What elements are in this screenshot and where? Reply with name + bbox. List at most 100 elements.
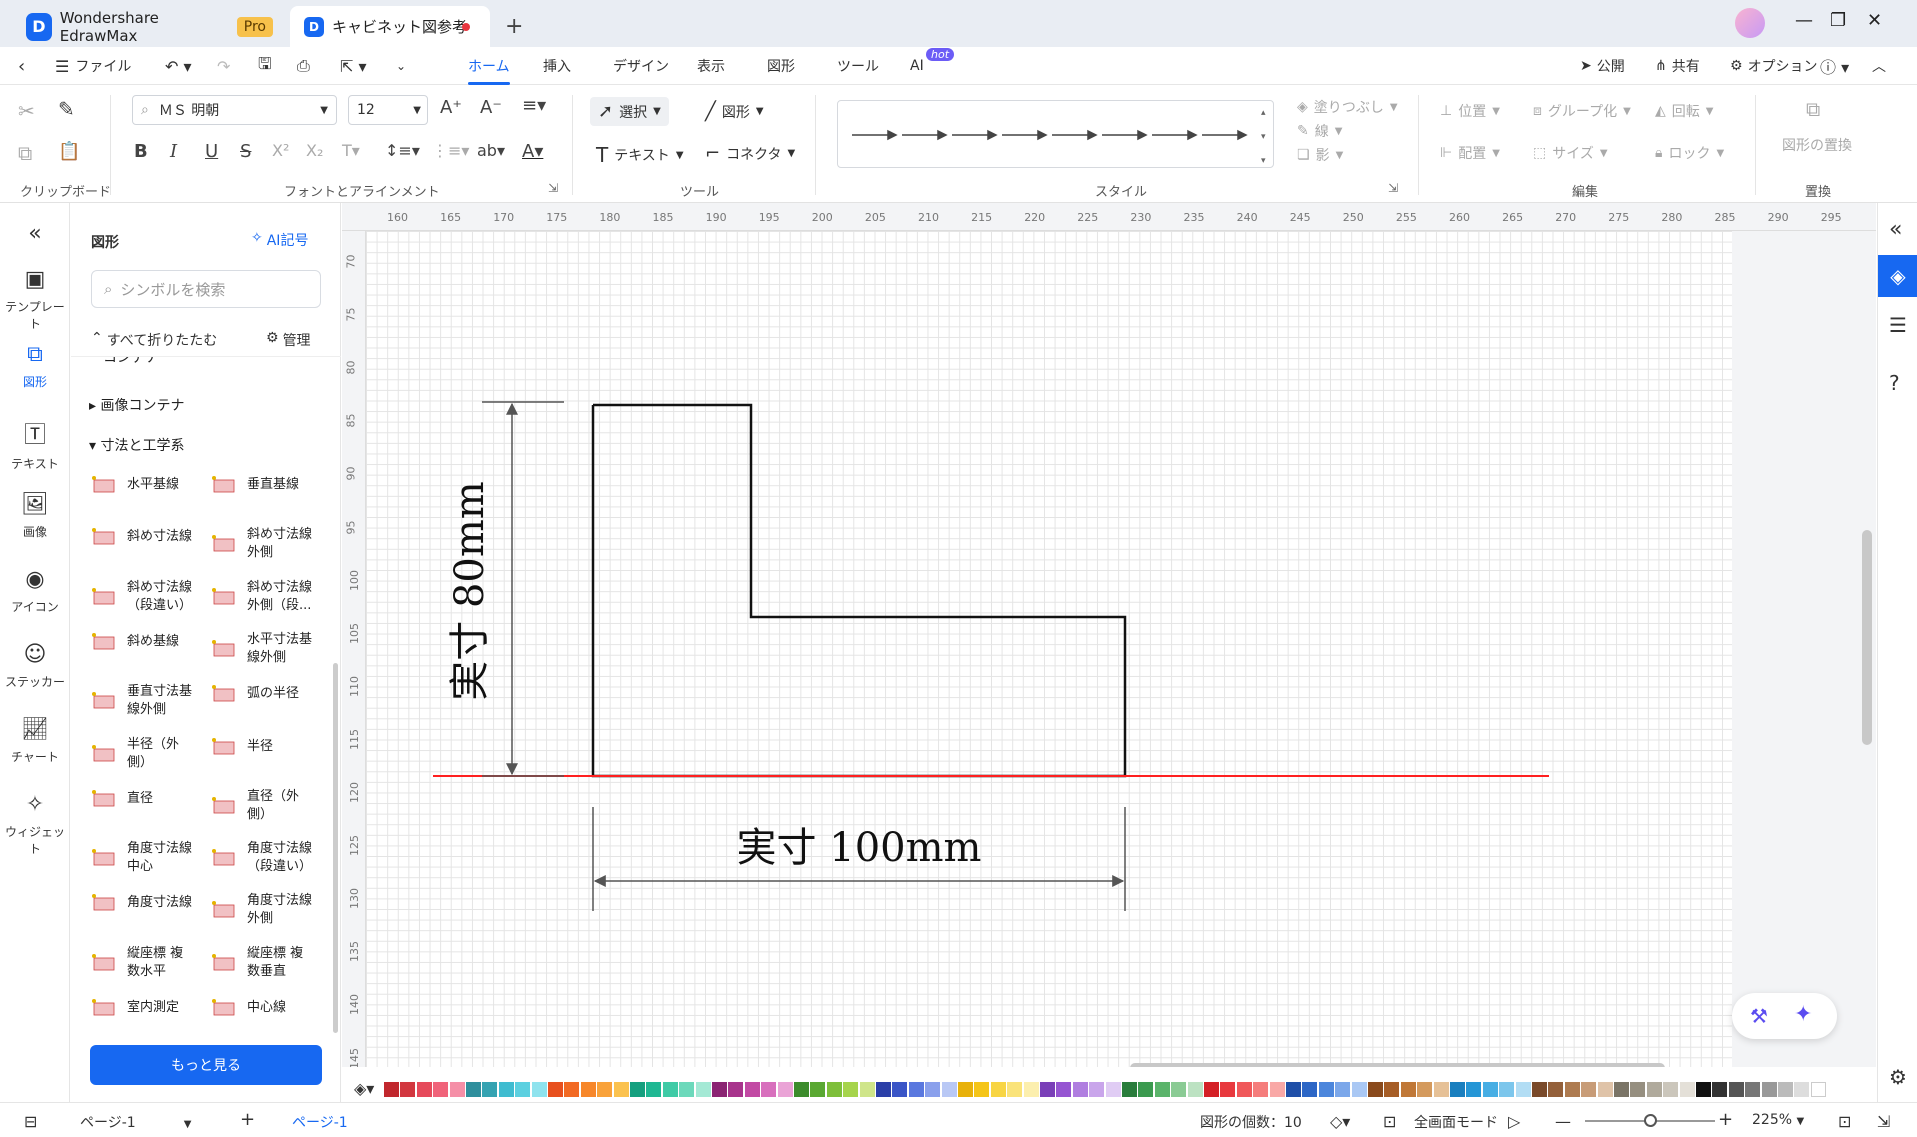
color-swatch[interactable] [1614, 1082, 1629, 1097]
minimize-icon[interactable]: — [1795, 10, 1813, 31]
group-button[interactable]: ⧈ グループ化 ▼ [1533, 101, 1631, 121]
vertical-scrollbar[interactable] [1862, 530, 1872, 745]
color-swatch[interactable] [744, 1082, 760, 1097]
app-tab[interactable]: D Wondershare EdrawMax Pro [18, 6, 273, 47]
menu-view[interactable]: 表示 [697, 47, 725, 85]
color-swatch[interactable] [1679, 1082, 1695, 1097]
shape-item[interactable]: 縦座標 複 数水平 [91, 945, 183, 981]
menu-insert[interactable]: 挿入 [543, 47, 571, 85]
zoom-out-icon[interactable]: — [1555, 1112, 1571, 1131]
connector-tool-button[interactable]: ⌐ コネクタ ▼ [705, 143, 795, 164]
expand-right-panel-icon[interactable]: « [1889, 217, 1902, 242]
color-swatch[interactable] [925, 1082, 941, 1097]
new-tab-button[interactable]: + [505, 6, 523, 47]
color-swatch[interactable] [1318, 1082, 1334, 1097]
line-spacing-icon[interactable]: ↕≡▾ [385, 141, 420, 160]
shape-item[interactable]: 中心線 [211, 997, 286, 1019]
copy-icon[interactable]: ⧉ [18, 141, 32, 165]
category-image-container[interactable]: ▸ 画像コンテナ [89, 395, 184, 415]
color-swatch[interactable] [974, 1082, 990, 1097]
color-swatch[interactable] [777, 1082, 793, 1097]
undo-icon[interactable]: ↶ ▾ [165, 47, 192, 85]
color-swatch[interactable] [679, 1082, 695, 1097]
increase-font-icon[interactable]: A⁺ [440, 97, 462, 118]
options-button[interactable]: ⚙ オプション [1730, 47, 1818, 85]
color-swatch[interactable] [1417, 1082, 1433, 1097]
color-swatch[interactable] [1761, 1082, 1777, 1097]
zoom-slider-thumb[interactable] [1644, 1114, 1657, 1127]
align-button[interactable]: ⊩ 配置 ▼ [1440, 143, 1500, 163]
decrease-font-icon[interactable]: A⁻ [480, 97, 502, 118]
color-swatch[interactable] [1663, 1082, 1679, 1097]
category-dimension[interactable]: ▾ 寸法と工学系 [89, 435, 184, 455]
expand-icon[interactable]: ⇲ [1877, 1112, 1890, 1131]
drawing-page[interactable]: 実寸 80mm 実寸 100mm [366, 231, 1732, 1067]
color-swatch[interactable] [1433, 1082, 1449, 1097]
replace-shape-button[interactable]: 図形の置換 [1782, 135, 1852, 155]
color-swatch[interactable] [1351, 1082, 1367, 1097]
color-swatch[interactable] [384, 1082, 399, 1097]
rail-templates[interactable]: ▣ テンプレート [0, 267, 70, 332]
page-tab[interactable]: ページ-1 [292, 1112, 348, 1132]
format-painter-icon[interactable]: ✎ [58, 97, 75, 121]
shape-item[interactable]: 斜め寸法線 外側 [211, 526, 312, 562]
select-tool-button[interactable]: ➚ 選択 ▼ [590, 97, 669, 126]
shape-item[interactable]: 角度寸法線 外側 [211, 892, 312, 928]
color-swatch[interactable] [1548, 1082, 1564, 1097]
symbol-search-input[interactable]: ⌕ シンボルを検索 [91, 270, 321, 308]
font-color-icon[interactable]: A▾ [522, 141, 543, 162]
rail-image[interactable]: 🖼︎ 画像 [0, 492, 70, 540]
color-swatch[interactable] [1302, 1082, 1318, 1097]
position-button[interactable]: ⊥ 位置 ▼ [1440, 101, 1500, 121]
shape-item[interactable]: 斜め寸法線 外側（段... [211, 579, 312, 615]
color-swatch[interactable] [1712, 1082, 1728, 1097]
line-button[interactable]: ✎ 線 ▼ [1297, 121, 1342, 141]
color-swatch[interactable] [1778, 1082, 1793, 1097]
cut-icon[interactable]: ✂ [18, 99, 35, 123]
color-swatch[interactable] [531, 1082, 547, 1097]
color-swatch[interactable] [1597, 1082, 1613, 1097]
color-swatch[interactable] [1105, 1082, 1121, 1097]
color-swatch[interactable] [810, 1082, 826, 1097]
dialog-launcher-icon[interactable]: ⇲ [1388, 181, 1398, 195]
page-layout-icon[interactable]: ⊟ [24, 1112, 37, 1131]
fullscreen-mode[interactable]: 全画面モード [1414, 1112, 1498, 1132]
color-swatch[interactable] [1630, 1082, 1646, 1097]
color-swatch[interactable] [580, 1082, 596, 1097]
color-swatch[interactable] [1400, 1082, 1416, 1097]
color-swatch[interactable] [597, 1082, 613, 1097]
shape-item[interactable]: 弧の半径 [211, 683, 299, 705]
text-align-icon[interactable]: ≡▾ [522, 95, 546, 116]
color-swatch[interactable] [1286, 1082, 1301, 1097]
color-swatch[interactable] [1269, 1082, 1285, 1097]
close-icon[interactable]: ✕ [1867, 10, 1882, 31]
collapse-panel-icon[interactable]: « [0, 221, 70, 246]
format-paint-icon[interactable]: ◈ [1878, 255, 1917, 297]
share-button[interactable]: ⋔ 共有 [1655, 47, 1700, 85]
menu-home[interactable]: ホーム [468, 47, 510, 85]
shape-item[interactable]: 斜め寸法線 （段違い） [91, 579, 192, 615]
color-swatch[interactable] [433, 1082, 449, 1097]
color-swatch[interactable] [794, 1082, 809, 1097]
color-swatch[interactable] [1187, 1082, 1203, 1097]
collapse-ribbon-icon[interactable]: ︿ [1872, 47, 1886, 85]
menu-ai[interactable]: AI hot [910, 47, 955, 85]
menu-tools[interactable]: ツール [837, 47, 879, 85]
color-swatch[interactable] [1499, 1082, 1515, 1097]
superscript-icon[interactable]: X² [272, 141, 289, 160]
italic-icon[interactable]: I [170, 141, 177, 162]
strikethrough-icon[interactable]: S [240, 141, 251, 162]
document-tab[interactable]: D キャビネット図参考 [290, 6, 490, 47]
rotate-button[interactable]: ◭ 回転 ▼ [1655, 101, 1713, 121]
shape-tool-button[interactable]: ╱ 図形 ▼ [705, 101, 764, 122]
color-swatch[interactable] [876, 1082, 891, 1097]
settings-gear-icon[interactable]: ⚙ [1889, 1065, 1907, 1089]
save-icon[interactable]: 🖫 [258, 47, 272, 85]
shape-item[interactable]: 角度寸法線 [91, 892, 192, 914]
more-shapes-button[interactable]: もっと見る [90, 1045, 322, 1085]
magic-wand-icon[interactable]: ⚒ [1750, 1004, 1768, 1028]
subscript-icon[interactable]: X₂ [306, 141, 323, 160]
layers-icon[interactable]: ◇▾ [1330, 1112, 1350, 1131]
font-size-select[interactable]: 12 ▼ [348, 95, 428, 125]
color-swatch[interactable] [1515, 1082, 1531, 1097]
